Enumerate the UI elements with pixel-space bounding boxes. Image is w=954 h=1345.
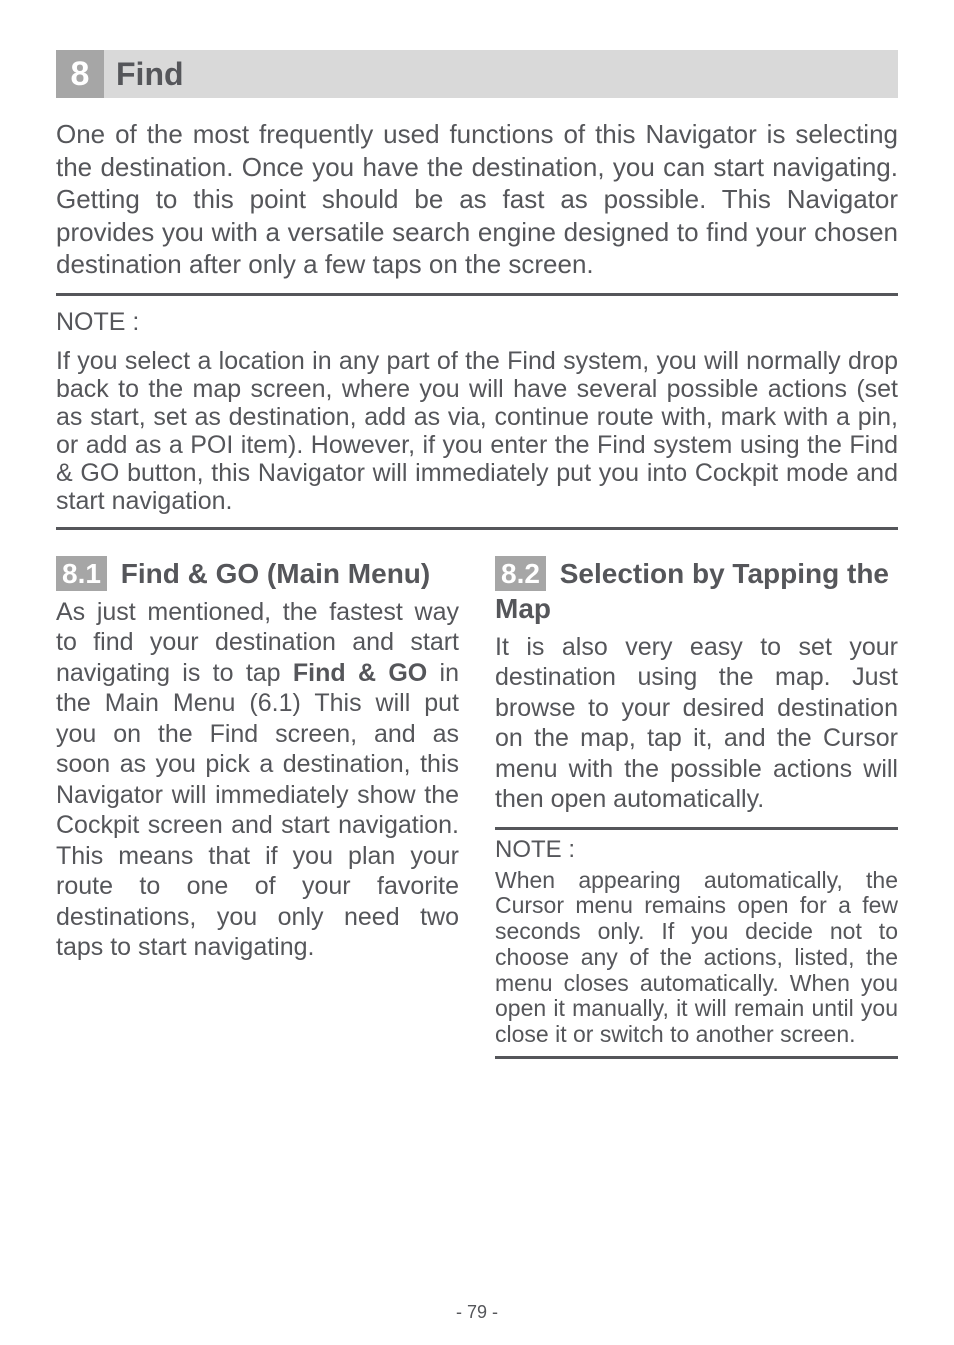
right-note-label: NOTE : xyxy=(495,836,898,864)
section-number-box: 8.2 xyxy=(495,556,546,591)
page: 8 Find One of the most frequently used f… xyxy=(0,0,954,1345)
right-note-body: When appearing automatically, the Cursor… xyxy=(495,868,898,1048)
chapter-title: Find xyxy=(116,56,184,93)
section-82-body: It is also very easy to set your destina… xyxy=(495,632,898,815)
section-81-post: in the Main Menu (6.1) This will put you… xyxy=(56,659,459,962)
section-82-heading: 8.2 Selection by Tapping the Map xyxy=(495,556,898,626)
right-note-block: NOTE : When appearing automatically, the… xyxy=(495,827,898,1059)
section-81-body: As just mentioned, the fastest way to fi… xyxy=(56,597,459,963)
columns: 8.1 Find & GO (Main Menu) As just mentio… xyxy=(56,556,898,1059)
chapter-number: 8 xyxy=(56,50,104,98)
chapter-header: 8 Find xyxy=(56,50,898,98)
page-number: - 79 - xyxy=(0,1302,954,1323)
note-body: If you select a location in any part of … xyxy=(56,347,898,515)
intro-paragraph: One of the most frequently used function… xyxy=(56,118,898,281)
column-left: 8.1 Find & GO (Main Menu) As just mentio… xyxy=(56,556,459,1059)
note-block: NOTE : If you select a location in any p… xyxy=(56,293,898,530)
section-number-box: 8.1 xyxy=(56,556,107,591)
note-label: NOTE : xyxy=(56,308,898,337)
section-82-title-rest: Selection by Tapping the Map xyxy=(495,558,889,624)
column-right: 8.2 Selection by Tapping the Map It is a… xyxy=(495,556,898,1059)
section-81-bold: Find & GO xyxy=(293,659,427,687)
section-81-heading: 8.1 Find & GO (Main Menu) xyxy=(56,556,459,591)
section-81-title-rest: Find & GO (Main Menu) xyxy=(113,558,430,589)
